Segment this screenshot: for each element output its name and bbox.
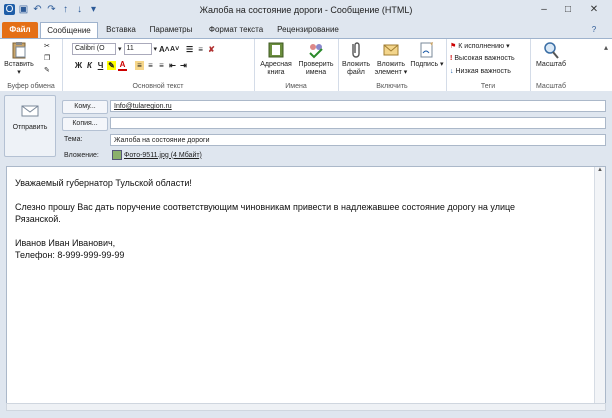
tab-review[interactable]: Рецензирование xyxy=(274,22,342,38)
to-field[interactable]: Info@tularegion.ru xyxy=(110,100,606,112)
highlight-icon[interactable]: ✎ xyxy=(107,61,116,70)
envelope-icon xyxy=(383,44,399,56)
low-importance-button[interactable]: ↓ Низкая важность xyxy=(450,68,511,75)
tab-options[interactable]: Параметры xyxy=(146,22,196,38)
subject-label: Тема: xyxy=(64,136,83,143)
body-line-2: Рязанской. xyxy=(15,214,61,224)
attach-file-button[interactable]: Вложить файл xyxy=(340,41,372,77)
ribbon-tabs: Файл Сообщение Вставка Параметры Формат … xyxy=(0,22,612,38)
maximize-icon[interactable]: □ xyxy=(558,3,578,17)
zoom-button[interactable]: Масштаб xyxy=(532,41,570,69)
font-family-select[interactable]: Calibri (O xyxy=(72,43,116,55)
group-clipboard: Вставить ▾ ✂ ❐ ✎ Буфер обмена xyxy=(0,39,63,91)
align-right-icon[interactable]: ≡ xyxy=(157,61,166,70)
minimize-icon[interactable]: – xyxy=(534,3,554,17)
signature-name: Иванов Иван Иванович, xyxy=(15,238,116,248)
address-book-icon xyxy=(268,42,284,58)
group-basic-text: Calibri (O ▾ 11 ▾ A˄ A˅ ☰ ≡ ✘ Ж К Ч ✎ A ≡ … xyxy=(62,39,255,91)
indent-decrease-icon[interactable]: ⇤ xyxy=(168,61,177,70)
signature-phone: Телефон: 8-999-999-99-99 xyxy=(15,250,125,260)
greeting: Уважаемый губернатор Тульской области! xyxy=(15,178,192,188)
high-importance-button[interactable]: ! Высокая важность xyxy=(450,55,515,62)
underline-icon[interactable]: Ч xyxy=(96,61,105,70)
image-file-icon xyxy=(112,150,122,160)
paperclip-icon xyxy=(352,42,360,58)
check-names-button[interactable]: Проверить имена xyxy=(296,41,336,77)
tab-message[interactable]: Сообщение xyxy=(40,22,98,38)
paste-icon xyxy=(12,42,26,59)
collapse-ribbon-icon[interactable]: ▴ xyxy=(604,43,608,52)
to-button[interactable]: Кому... xyxy=(62,100,108,114)
send-icon xyxy=(21,105,39,117)
close-icon[interactable]: ✕ xyxy=(584,3,604,17)
group-label-include: Включить xyxy=(376,83,408,90)
group-label-zoom: Масштаб xyxy=(536,83,566,90)
attachment-item[interactable]: Фото-9511.jpg (4 Мбайт) xyxy=(112,150,202,160)
address-book-button[interactable]: Адресная книга xyxy=(258,41,294,77)
paste-button[interactable]: Вставить ▾ xyxy=(4,41,34,77)
body-line-1: Слезно прошу Вас дать поручение соответс… xyxy=(15,202,516,212)
cc-button[interactable]: Копия... xyxy=(62,117,108,131)
italic-icon[interactable]: К xyxy=(85,61,94,70)
align-center-icon[interactable]: ≡ xyxy=(146,61,155,70)
follow-up-button[interactable]: ⚑ К исполнению ▾ xyxy=(450,42,510,51)
vertical-scrollbar[interactable]: ▲ xyxy=(594,167,605,409)
tab-file[interactable]: Файл xyxy=(2,22,38,38)
group-label-clipboard: Буфер обмена xyxy=(7,83,55,90)
magnifier-icon xyxy=(544,42,559,59)
copy-icon[interactable]: ❐ xyxy=(44,54,50,62)
group-include: Вложить файл Вложить элемент ▾ Подпись ▾… xyxy=(338,39,447,91)
font-size-select[interactable]: 11 xyxy=(123,43,152,55)
tab-insert[interactable]: Вставка xyxy=(102,22,140,38)
send-button[interactable]: Отправить xyxy=(4,95,56,157)
font-color-icon[interactable]: A xyxy=(118,60,127,71)
signature-icon xyxy=(420,42,433,58)
chevron-down-icon[interactable]: ▾ xyxy=(118,45,122,53)
clear-format-icon[interactable]: ✘ xyxy=(207,45,216,54)
group-label-basic-text: Основной текст xyxy=(132,83,184,90)
flag-icon: ⚑ xyxy=(450,43,457,50)
to-recipient[interactable]: Info@tularegion.ru xyxy=(114,103,172,110)
down-arrow-icon: ↓ xyxy=(450,68,454,75)
subject-field[interactable]: Жалоба на состояние дороги xyxy=(110,134,606,146)
chevron-down-icon[interactable]: ▾ xyxy=(154,45,158,53)
group-tags: ⚑ К исполнению ▾ ! Высокая важность ↓ Низка… xyxy=(446,39,531,91)
group-names: Адресная книга Проверить имена Имена xyxy=(254,39,339,91)
title-bar: O ▣ ↶ ↷ ↑ ↓ ▾ Жалоба на состояние дороги… xyxy=(0,0,612,22)
attachment-name[interactable]: Фото-9511.jpg (4 Мбайт) xyxy=(124,152,202,159)
group-label-names: Имена xyxy=(285,83,307,90)
shrink-font-icon[interactable]: A˅ xyxy=(170,45,179,54)
scroll-up-icon[interactable]: ▲ xyxy=(595,167,605,173)
numbering-icon[interactable]: ≡ xyxy=(196,45,205,54)
check-names-icon xyxy=(309,44,323,59)
attach-item-button[interactable]: Вложить элемент ▾ xyxy=(372,41,410,77)
attachment-label: Вложение: xyxy=(64,152,99,159)
send-label: Отправить xyxy=(12,124,48,131)
body-text[interactable]: Уважаемый губернатор Тульской области! С… xyxy=(15,177,585,261)
bullets-icon[interactable]: ☰ xyxy=(185,45,194,54)
help-icon[interactable]: ? xyxy=(586,22,602,38)
exclamation-icon: ! xyxy=(450,55,453,62)
indent-increase-icon[interactable]: ⇥ xyxy=(179,61,188,70)
message-body[interactable]: Уважаемый губернатор Тульской области! С… xyxy=(6,166,606,410)
horizontal-scrollbar[interactable] xyxy=(6,403,606,411)
window-title: Жалоба на состояние дороги - Сообщение (… xyxy=(199,5,413,15)
cut-icon[interactable]: ✂ xyxy=(44,42,50,50)
tab-format-text[interactable]: Формат текста xyxy=(204,22,268,38)
cc-field[interactable] xyxy=(110,117,606,129)
ribbon: Вставить ▾ ✂ ❐ ✎ Буфер обмена Calibri (O ▾… xyxy=(0,38,612,92)
format-painter-icon[interactable]: ✎ xyxy=(44,66,50,74)
align-left-icon[interactable]: ≡ xyxy=(135,61,144,70)
group-label-tags: Теги xyxy=(480,83,496,90)
bold-icon[interactable]: Ж xyxy=(74,61,83,70)
grow-font-icon[interactable]: A˄ xyxy=(159,45,169,54)
signature-button[interactable]: Подпись ▾ xyxy=(410,41,444,69)
group-zoom: Масштаб Масштаб xyxy=(530,39,572,91)
message-header: Отправить Кому... Info@tularegion.ru Коп… xyxy=(0,91,612,165)
